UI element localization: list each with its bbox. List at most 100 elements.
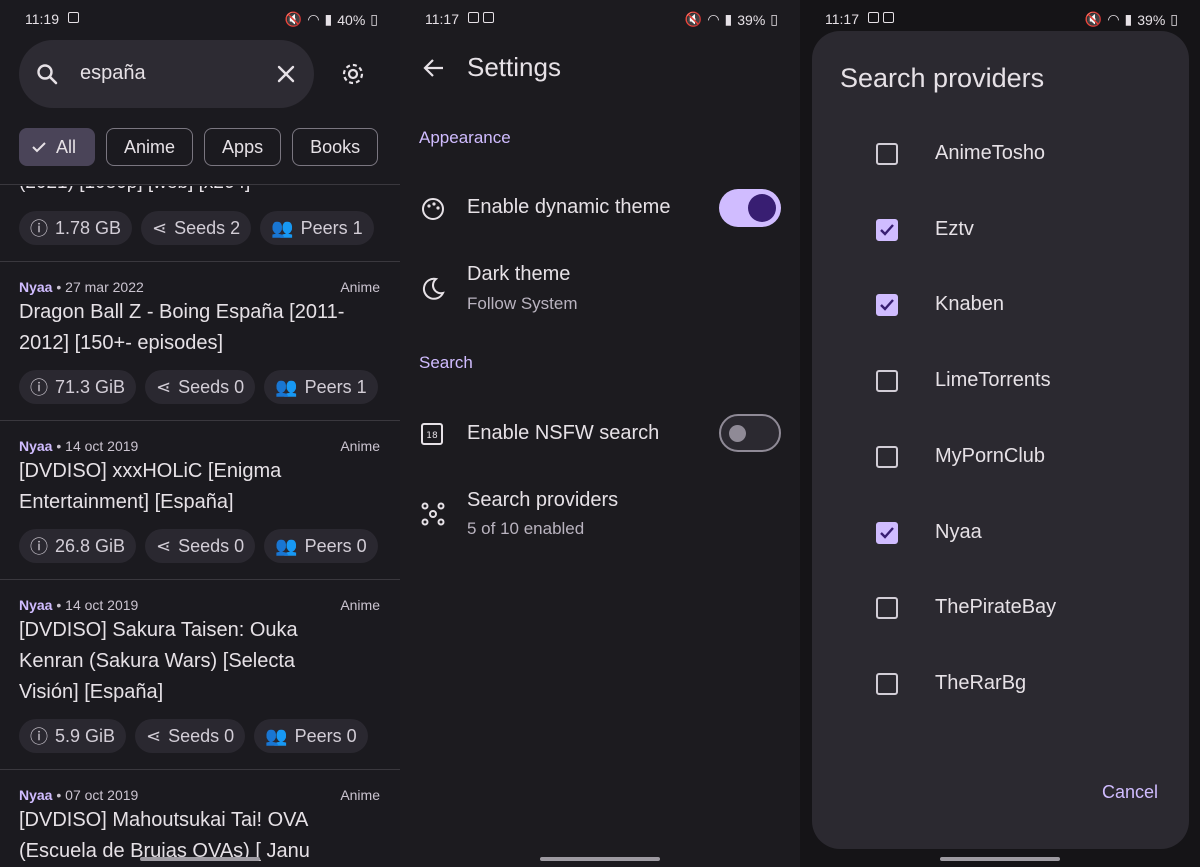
result-title: [DVDISO] Sakura Taisen: Ouka Kenran (Sak… (19, 619, 298, 703)
provider-item[interactable]: ThePirateBay (812, 588, 1189, 628)
battery-icon: ▯ (370, 11, 378, 27)
provider-item[interactable]: Eztv (812, 210, 1189, 250)
back-arrow-icon[interactable] (422, 56, 446, 80)
result-source: Nyaa (19, 279, 53, 295)
size-badge: ⓘ 5.9 GiB (19, 719, 127, 753)
provider-checkbox[interactable] (876, 673, 898, 695)
dialog-title: Search providers (840, 63, 1045, 93)
size-value: 26.8 GiB (55, 535, 126, 556)
size-badge: ⓘ 26.8 GiB (19, 529, 137, 563)
result-date: 14 oct 2019 (65, 597, 139, 613)
moon-icon (422, 277, 445, 300)
provider-label: Eztv (935, 218, 974, 240)
notification-icon (883, 12, 894, 23)
provider-label: LimeTorrents (935, 369, 1051, 391)
chip-apps[interactable]: Apps (204, 128, 282, 166)
peers-value: Peers 1 (304, 376, 367, 397)
share-icon: ⋖ (156, 376, 172, 397)
category-filter: All Anime Apps Books (19, 128, 379, 166)
people-icon: 👥 (265, 725, 288, 746)
provider-checkbox[interactable] (876, 294, 898, 316)
result-title: [DVDISO] xxxHOLiC [Enigma Entertainment]… (19, 460, 282, 513)
gallery-icon (868, 12, 879, 23)
setting-value: 5 of 10 enabled (467, 519, 585, 538)
provider-item[interactable]: AnimeTosho (812, 134, 1189, 174)
battery-icon: ▯ (770, 11, 778, 27)
age-18-icon: 18 (421, 423, 443, 445)
result-stats: ⓘ 1.78 GB ⋖ Seeds 2 👥 Peers 1 (19, 211, 374, 245)
battery-label: 39% (1137, 11, 1166, 28)
list-item[interactable]: Nyaa • 07 oct 2019 Anime [DVDISO] Mahout… (0, 770, 400, 867)
search-input[interactable]: españa (80, 62, 146, 85)
peers-badge: 👥 Peers 1 (260, 211, 374, 245)
providers-icon (421, 502, 445, 526)
list-item[interactable]: Nyaa • 27 mar 2022 Anime Dragon Ball Z -… (0, 262, 400, 420)
chip-all[interactable]: All (19, 128, 96, 166)
provider-item[interactable]: Knaben (812, 285, 1189, 325)
setting-value: Follow System (467, 294, 578, 313)
search-bar[interactable]: españa (19, 40, 314, 108)
setting-label: Search providers (467, 489, 619, 511)
notification-icon (68, 12, 79, 23)
setting-label: Enable dynamic theme (467, 196, 671, 218)
clear-icon[interactable] (274, 62, 298, 86)
battery-label: 39% (737, 11, 766, 28)
provider-checkbox[interactable] (876, 219, 898, 241)
search-icon (37, 64, 58, 85)
provider-item[interactable]: LimeTorrents (812, 361, 1189, 401)
provider-item[interactable]: TheRarBg (812, 664, 1189, 704)
seeds-badge: ⋖ Seeds 2 (141, 211, 252, 245)
chip-books[interactable]: Books (292, 128, 379, 166)
section-appearance: Appearance (419, 128, 511, 147)
result-category: Anime (340, 597, 380, 613)
gesture-bar[interactable] (540, 857, 660, 861)
provider-checkbox[interactable] (876, 597, 898, 619)
list-item[interactable]: Nyaa • 14 oct 2019 Anime [DVDISO] Sakura… (0, 580, 400, 769)
peers-value: Peers 0 (304, 535, 367, 556)
status-time: 11:19 (25, 11, 59, 27)
result-meta: Nyaa • 07 oct 2019 (19, 787, 139, 803)
gesture-bar[interactable] (940, 857, 1060, 861)
result-date: 27 mar 2022 (65, 279, 144, 295)
provider-item[interactable]: Nyaa (812, 513, 1189, 553)
nsfw-toggle[interactable] (719, 414, 781, 452)
svg-text:18: 18 (426, 431, 438, 441)
chip-anime[interactable]: Anime (106, 128, 194, 166)
check-icon (880, 299, 894, 311)
gallery-icon (468, 12, 479, 23)
provider-item[interactable]: MyPornClub (812, 437, 1189, 477)
provider-checkbox[interactable] (876, 446, 898, 468)
status-bar: 11:19 🔇 ◠ ▮ 40% ▯ (0, 0, 400, 38)
people-icon: 👥 (271, 217, 294, 238)
gesture-bar[interactable] (140, 857, 260, 861)
cancel-button[interactable]: Cancel (1102, 782, 1158, 803)
wifi-icon: ◠ (707, 11, 720, 27)
settings-screen: 11:17 🔇 ◠ ▮ 39% ▯ Settings Appearance En… (400, 0, 800, 867)
check-icon (880, 224, 894, 236)
result-source: Nyaa (19, 787, 53, 803)
result-date: 07 oct 2019 (65, 787, 139, 803)
dynamic-theme-toggle[interactable] (719, 189, 781, 227)
results-list[interactable]: (2021) [1080p] [web] [x264] ⓘ 1.78 GB ⋖ Se… (0, 186, 400, 867)
providers-dialog-screen: 11:17 🔇 ◠ ▮ 39% ▯ Search providers Anime… (800, 0, 1200, 867)
seeds-value: Seeds 0 (168, 725, 235, 746)
size-badge: ⓘ 71.3 GiB (19, 370, 137, 404)
chip-label: Anime (124, 136, 176, 157)
provider-checkbox[interactable] (876, 370, 898, 392)
section-search: Search (419, 353, 473, 372)
result-title: Dragon Ball Z - Boing España [2011-2012]… (19, 301, 345, 354)
divider (0, 184, 400, 185)
result-source: Nyaa (19, 597, 53, 613)
peers-value: Peers 1 (300, 217, 363, 238)
mute-icon: 🔇 (684, 11, 703, 27)
provider-checkbox[interactable] (876, 522, 898, 544)
gear-icon[interactable] (340, 61, 366, 87)
provider-label: ThePirateBay (935, 596, 1057, 618)
seeds-badge: ⋖ Seeds 0 (145, 370, 256, 404)
setting-label: Dark theme (467, 263, 571, 285)
provider-checkbox[interactable] (876, 143, 898, 165)
info-icon: ⓘ (30, 537, 48, 557)
list-item[interactable]: Nyaa • 14 oct 2019 Anime [DVDISO] xxxHOL… (0, 421, 400, 579)
palette-icon (422, 198, 444, 220)
people-icon: 👥 (275, 376, 298, 397)
